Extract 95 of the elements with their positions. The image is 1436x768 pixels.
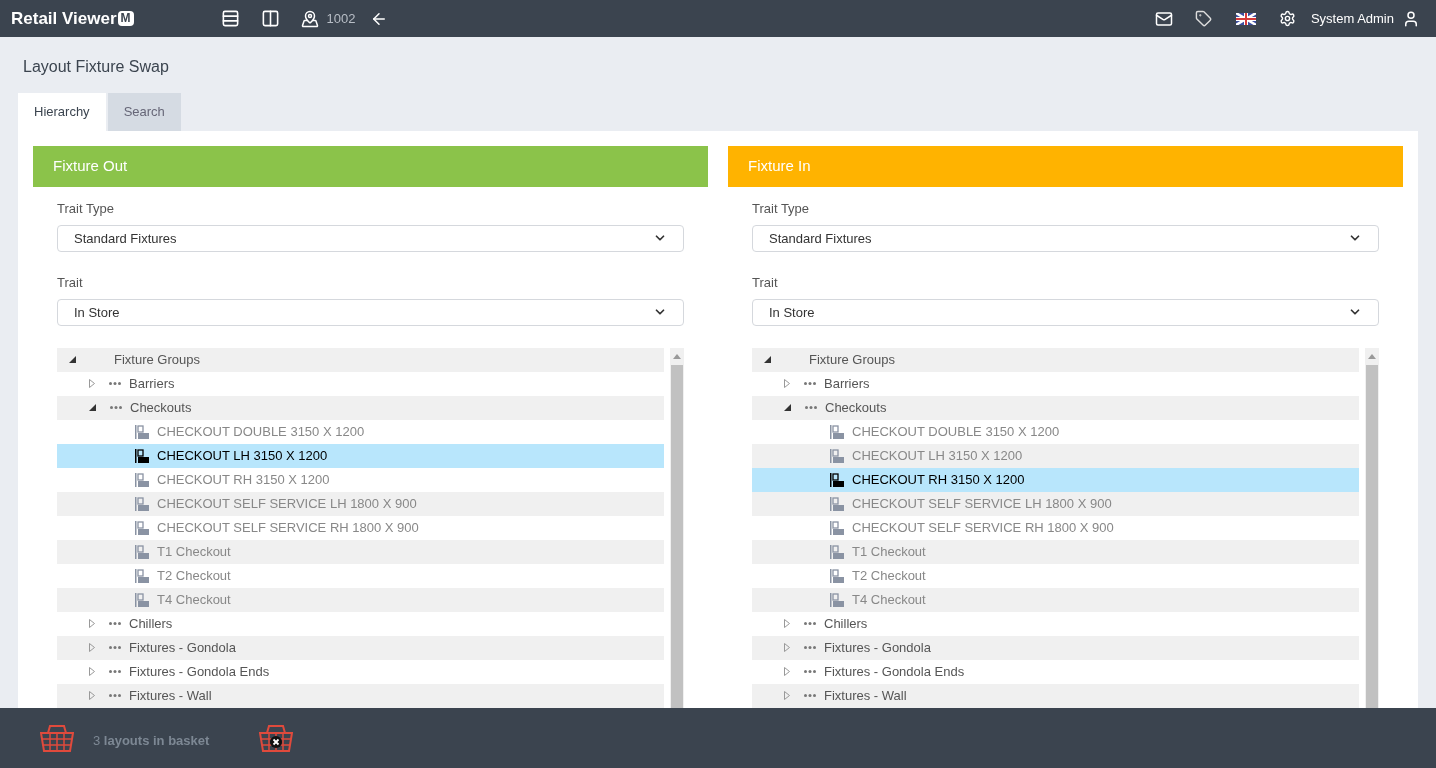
page-title: Layout Fixture Swap xyxy=(23,57,170,77)
expanded-triangle-icon[interactable] xyxy=(784,404,791,412)
tree-item[interactable]: T2 Checkout xyxy=(157,566,231,586)
panel-icon[interactable] xyxy=(260,9,280,28)
fixture-icon xyxy=(135,449,149,463)
expanded-triangle-icon[interactable] xyxy=(89,404,96,412)
tree-item[interactable]: CHECKOUT SELF SERVICE RH 1800 X 900 xyxy=(852,518,1114,538)
basket-icon[interactable] xyxy=(40,724,74,752)
fixture-icon xyxy=(830,473,844,487)
collapsed-triangle-icon[interactable] xyxy=(784,379,790,389)
more-dots-icon xyxy=(110,406,122,410)
list-icon[interactable] xyxy=(220,9,240,28)
scrollbar[interactable] xyxy=(670,348,684,708)
more-dots-icon xyxy=(804,382,816,386)
scroll-up-icon[interactable] xyxy=(1368,354,1376,359)
collapsed-triangle-icon[interactable] xyxy=(89,643,95,653)
tab[interactable]: Search xyxy=(107,93,181,131)
mail-icon[interactable] xyxy=(1154,9,1173,28)
field-label: Trait xyxy=(57,274,84,293)
more-dots-icon xyxy=(109,646,121,650)
fixture-icon xyxy=(135,593,149,607)
fixture-icon xyxy=(830,425,844,439)
fixture-icon xyxy=(830,569,844,583)
fixture-icon xyxy=(135,497,149,511)
tree-item[interactable]: CHECKOUT SELF SERVICE RH 1800 X 900 xyxy=(157,518,419,538)
field-label: Trait xyxy=(752,274,779,293)
tree-item[interactable]: Checkouts xyxy=(825,398,887,418)
user-name[interactable]: System Admin xyxy=(1310,8,1394,29)
collapsed-triangle-icon[interactable] xyxy=(784,643,790,653)
field-label: Trait Type xyxy=(752,200,811,219)
user-icon[interactable] xyxy=(1402,9,1420,28)
more-dots-icon xyxy=(805,406,817,410)
settings-icon[interactable] xyxy=(1278,10,1296,27)
trait-type-dropdown[interactable]: Standard Fixtures xyxy=(752,224,1379,253)
expanded-triangle-icon[interactable] xyxy=(764,356,771,364)
scroll-up-icon[interactable] xyxy=(673,354,681,359)
tree-item[interactable]: Chillers xyxy=(824,614,868,634)
tree-item[interactable]: CHECKOUT DOUBLE 3150 X 1200 xyxy=(157,422,365,442)
more-dots-icon xyxy=(109,382,121,386)
clear-basket-icon[interactable] xyxy=(259,724,294,752)
tree-item[interactable]: Checkouts xyxy=(130,398,192,418)
basket-status: 3 layouts in basket xyxy=(93,732,210,751)
fixture-icon xyxy=(135,545,149,559)
fixture-icon xyxy=(830,593,844,607)
fixture-icon xyxy=(135,569,149,583)
tab[interactable]: Hierarchy xyxy=(18,93,106,131)
collapsed-triangle-icon[interactable] xyxy=(784,619,790,629)
tree-item[interactable]: Barriers xyxy=(824,374,870,394)
fixture-icon xyxy=(830,449,844,463)
more-dots-icon xyxy=(804,670,816,674)
collapsed-triangle-icon[interactable] xyxy=(89,379,95,389)
tree-item[interactable]: Fixtures - Gondola xyxy=(824,638,931,658)
more-dots-icon xyxy=(804,694,816,698)
tree-item[interactable]: Fixtures - Gondola Ends xyxy=(129,662,270,682)
trait-dropdown[interactable]: In Store xyxy=(752,298,1379,326)
tree-item[interactable]: Fixture Groups xyxy=(114,350,200,370)
fixture-icon xyxy=(135,473,149,487)
tree-item[interactable]: Fixtures - Wall xyxy=(129,686,212,706)
tree-item[interactable]: T2 Checkout xyxy=(852,566,926,586)
fixture-icon xyxy=(135,425,149,439)
more-dots-icon xyxy=(804,622,816,626)
tag-icon[interactable] xyxy=(1194,10,1212,27)
panel-header: Fixture In xyxy=(728,146,1403,188)
tree-item[interactable]: Chillers xyxy=(129,614,173,634)
brand-logo: M xyxy=(117,11,134,26)
more-dots-icon xyxy=(109,670,121,674)
store-number: 1002 xyxy=(326,9,356,28)
collapsed-triangle-icon[interactable] xyxy=(784,667,790,677)
trait-type-dropdown[interactable]: Standard Fixtures xyxy=(57,224,684,253)
tree-item[interactable]: Fixtures - Wall xyxy=(824,686,907,706)
tree-item[interactable]: Fixture Groups xyxy=(809,350,895,370)
flag-icon[interactable] xyxy=(1235,12,1256,25)
more-dots-icon xyxy=(109,694,121,698)
expanded-triangle-icon[interactable] xyxy=(69,356,76,364)
collapsed-triangle-icon[interactable] xyxy=(784,691,790,701)
more-dots-icon xyxy=(804,646,816,650)
panel-header: Fixture Out xyxy=(33,146,708,188)
trait-dropdown[interactable]: In Store xyxy=(57,298,684,326)
brand-name: Retail Viewer xyxy=(11,7,117,30)
scrollbar[interactable] xyxy=(1365,348,1379,708)
map-pin-icon[interactable] xyxy=(300,9,319,28)
field-label: Trait Type xyxy=(57,200,116,219)
tree-item[interactable]: CHECKOUT RH 3150 X 1200 xyxy=(157,470,330,490)
collapsed-triangle-icon[interactable] xyxy=(89,619,95,629)
tree-item[interactable]: CHECKOUT DOUBLE 3150 X 1200 xyxy=(852,422,1060,442)
tree-item[interactable]: Barriers xyxy=(129,374,175,394)
more-dots-icon xyxy=(109,622,121,626)
fixture-icon xyxy=(135,521,149,535)
fixture-icon xyxy=(830,545,844,559)
fixture-icon xyxy=(830,497,844,511)
collapsed-triangle-icon[interactable] xyxy=(89,691,95,701)
collapsed-triangle-icon[interactable] xyxy=(89,667,95,677)
tree-item[interactable]: Fixtures - Gondola xyxy=(129,638,236,658)
fixture-icon xyxy=(830,521,844,535)
tree-item[interactable]: Fixtures - Gondola Ends xyxy=(824,662,965,682)
